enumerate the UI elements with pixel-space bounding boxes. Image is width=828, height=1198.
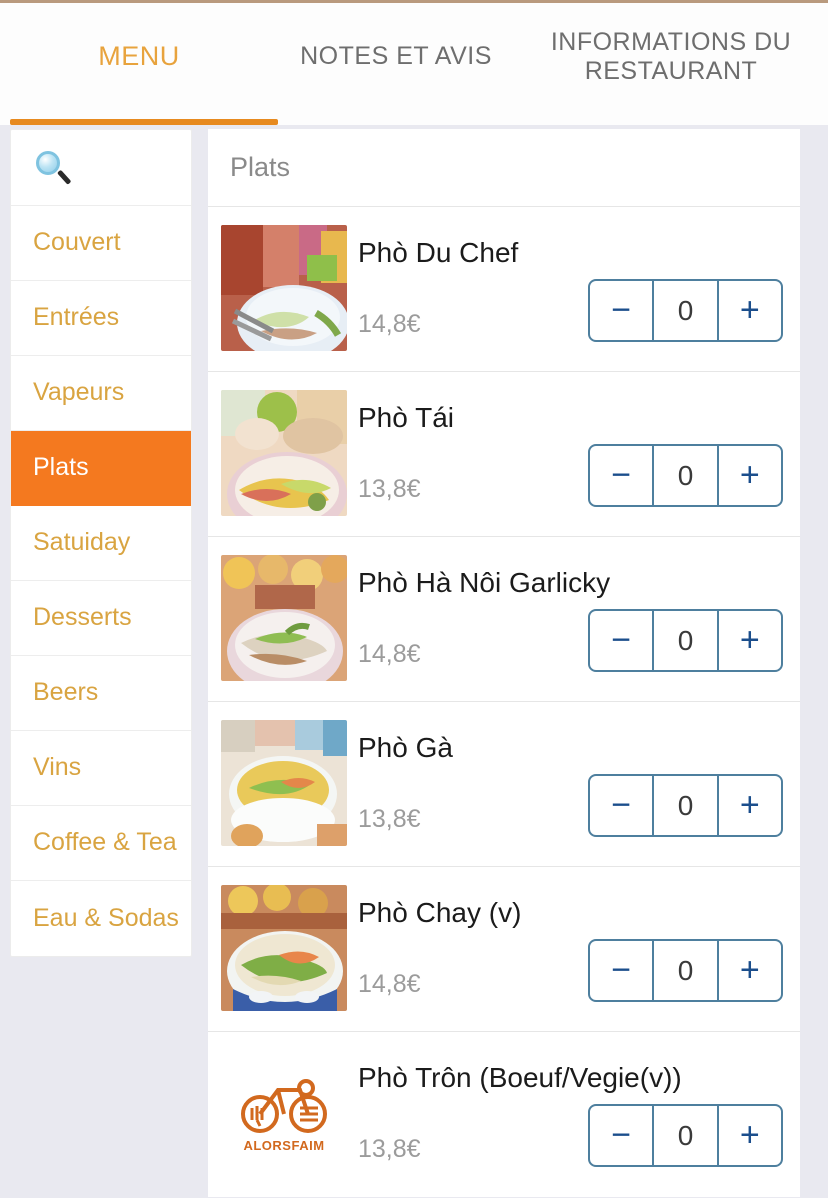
quantity-value: 0 [654, 446, 719, 505]
sidebar-item-vapeurs[interactable]: Vapeurs [11, 356, 191, 431]
section-title: Plats [208, 129, 800, 207]
tab-bar: MENU NOTES ET AVIS INFORMATIONS DU RESTA… [0, 3, 828, 125]
item-price: 14,8€ [358, 310, 421, 338]
decrement-button[interactable]: − [590, 281, 655, 340]
quantity-value: 0 [654, 776, 719, 835]
menu-item-row[interactable]: Phò Gà 13,8€ − 0 + [208, 702, 800, 867]
tab-notes-et-avis[interactable]: NOTES ET AVIS [278, 3, 514, 125]
item-thumbnail-placeholder: ALORSFAIM [221, 1050, 347, 1176]
sidebar-item-vins[interactable]: Vins [11, 731, 191, 806]
menu-item-row[interactable]: Phò Du Chef 14,8€ − 0 + [208, 207, 800, 372]
sidebar-item-plats[interactable]: Plats [11, 431, 191, 506]
item-name: Phò Hà Nôi Garlicky [358, 567, 611, 598]
item-name: Phò Du Chef [358, 237, 519, 268]
menu-item-row[interactable]: Phò Chay (v) 14,8€ − 0 + [208, 867, 800, 1032]
item-price: 14,8€ [358, 970, 421, 998]
quantity-stepper: − 0 + [588, 1104, 783, 1167]
item-thumbnail [221, 720, 347, 846]
sidebar-item-desserts[interactable]: Desserts [11, 581, 191, 656]
logo-wordmark: ALORSFAIM [243, 1137, 325, 1153]
sidebar-item-eau-sodas[interactable]: Eau & Sodas [11, 881, 191, 956]
quantity-stepper: − 0 + [588, 939, 783, 1002]
item-price: 13,8€ [358, 1135, 421, 1163]
item-name: Phò Trôn (Boeuf/Vegie(v)) [358, 1062, 682, 1093]
quantity-value: 0 [654, 281, 719, 340]
item-thumbnail [221, 225, 347, 351]
item-thumbnail [221, 555, 347, 681]
quantity-stepper: − 0 + [588, 774, 783, 837]
item-name: Phò Tái [358, 402, 454, 433]
decrement-button[interactable]: − [590, 611, 655, 670]
item-thumbnail [221, 885, 347, 1011]
decrement-button[interactable]: − [590, 941, 655, 1000]
search-icon [33, 148, 73, 188]
category-sidebar: Couvert Entrées Vapeurs Plats Satuiday D… [10, 129, 192, 957]
menu-item-row[interactable]: ALORSFAIM Phò Trôn (Boeuf/Vegie(v)) 13,8… [208, 1032, 800, 1197]
content-area: Couvert Entrées Vapeurs Plats Satuiday D… [0, 125, 828, 1198]
tab-menu[interactable]: MENU [0, 3, 278, 125]
sidebar-item-beers[interactable]: Beers [11, 656, 191, 731]
increment-button[interactable]: + [719, 776, 781, 835]
item-name: Phò Gà [358, 732, 453, 763]
sidebar-item-satuiday[interactable]: Satuiday [11, 506, 191, 581]
item-name: Phò Chay (v) [358, 897, 522, 928]
increment-button[interactable]: + [719, 611, 781, 670]
decrement-button[interactable]: − [590, 1106, 655, 1165]
alorsfaim-logo: ALORSFAIM [221, 1050, 347, 1176]
sidebar-item-couvert[interactable]: Couvert [11, 206, 191, 281]
menu-item-row[interactable]: Phò Tái 13,8€ − 0 + [208, 372, 800, 537]
menu-list-panel: Plats Phò Du Chef 14,8€ − 0 + Phò Tái 13… [208, 129, 800, 1197]
decrement-button[interactable]: − [590, 776, 655, 835]
increment-button[interactable]: + [719, 941, 781, 1000]
sidebar-search-button[interactable] [11, 130, 191, 206]
item-thumbnail [221, 390, 347, 516]
increment-button[interactable]: + [719, 1106, 781, 1165]
increment-button[interactable]: + [719, 446, 781, 505]
bicycle-cutlery-icon [241, 1078, 327, 1133]
quantity-value: 0 [654, 1106, 719, 1165]
increment-button[interactable]: + [719, 281, 781, 340]
tab-informations-du-restaurant[interactable]: INFORMATIONS DU RESTAURANT [514, 3, 828, 125]
quantity-stepper: − 0 + [588, 609, 783, 672]
quantity-value: 0 [654, 611, 719, 670]
item-price: 14,8€ [358, 640, 421, 668]
item-price: 13,8€ [358, 475, 421, 503]
quantity-value: 0 [654, 941, 719, 1000]
item-price: 13,8€ [358, 805, 421, 833]
sidebar-item-coffee-tea[interactable]: Coffee & Tea [11, 806, 191, 881]
menu-item-row[interactable]: Phò Hà Nôi Garlicky 14,8€ − 0 + [208, 537, 800, 702]
sidebar-item-entrees[interactable]: Entrées [11, 281, 191, 356]
quantity-stepper: − 0 + [588, 444, 783, 507]
decrement-button[interactable]: − [590, 446, 655, 505]
quantity-stepper: − 0 + [588, 279, 783, 342]
